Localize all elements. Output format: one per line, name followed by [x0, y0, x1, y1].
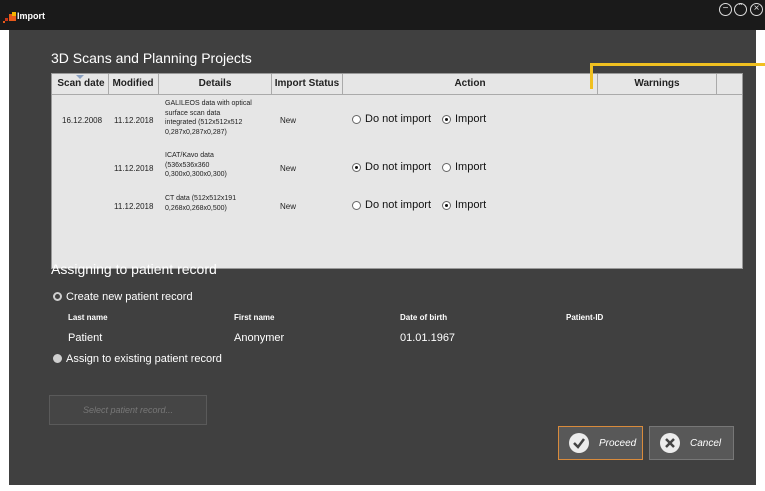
dob-value: 01.01.1967 [400, 332, 456, 344]
warnings-callout-marker [590, 63, 593, 89]
status-cell: New [280, 202, 297, 211]
table-header: Scan date Modified Details Import Status… [52, 74, 742, 95]
col-warnings[interactable]: Warnings [598, 78, 716, 89]
col-details[interactable]: Details [159, 78, 271, 89]
import-radio[interactable]: Import [442, 199, 486, 211]
window-title: Import [17, 11, 45, 21]
details-cell: CT data (512x512x191 0,268x0,268x0,500) [165, 195, 237, 212]
modified-cell: 11.12.2018 [114, 202, 154, 211]
scans-table: Scan date Modified Details Import Status… [51, 73, 743, 269]
checkmark-icon [569, 433, 589, 453]
details-cell: GALILEOS data with optical surface scan … [165, 100, 252, 136]
radio-circle-icon [352, 200, 361, 210]
radio-selected-icon [442, 200, 451, 210]
assign-existing-record-radio[interactable]: Assign to existing patient record [53, 353, 222, 365]
import-radio[interactable]: Import [442, 113, 486, 125]
scans-section-title: 3D Scans and Planning Projects [51, 50, 252, 66]
col-modified[interactable]: Modified [109, 78, 157, 89]
patient-id-header: Patient-ID [566, 313, 604, 322]
radio-selected-icon [352, 162, 361, 172]
col-action[interactable]: Action [343, 78, 597, 89]
modified-cell: 11.12.2018 [114, 164, 154, 173]
proceed-button[interactable]: Proceed [558, 426, 643, 460]
status-cell: New [280, 164, 297, 173]
radio-selected-icon [442, 114, 451, 124]
last-name-value: Patient [68, 332, 103, 344]
import-radio[interactable]: Import [442, 161, 486, 173]
last-name-header: Last name [68, 313, 108, 322]
scan-date-cell: 16.12.2008 [62, 116, 103, 125]
import-window: Import − ˆ × 3D Scans and Planning Proje… [0, 0, 765, 491]
create-new-record-radio[interactable]: Create new patient record [53, 291, 193, 303]
first-name-value: Anonymer [234, 332, 285, 344]
radio-circle-icon [442, 162, 451, 172]
maximize-icon[interactable]: ˆ [734, 3, 747, 16]
do-not-import-radio[interactable]: Do not import [352, 161, 431, 173]
first-name-header: First name [234, 313, 275, 322]
col-scan-date[interactable]: Scan date [54, 78, 108, 89]
close-circle-icon [660, 433, 680, 453]
close-icon[interactable]: × [750, 3, 763, 16]
modified-cell: 11.12.2018 [114, 116, 154, 125]
patient-section-title: Assigning to patient record [51, 261, 217, 277]
radio-circle-icon [53, 354, 62, 363]
table-row[interactable]: 11.12.2018 CT data (512x512x191 0,268x0,… [52, 192, 742, 222]
dob-header: Date of birth [400, 313, 448, 322]
do-not-import-radio[interactable]: Do not import [352, 113, 431, 125]
app-logo-icon [3, 12, 16, 23]
cancel-button[interactable]: Cancel [649, 426, 734, 460]
warnings-callout-line [590, 63, 765, 66]
col-import-status[interactable]: Import Status [272, 78, 342, 89]
table-row[interactable]: 11.12.2018 ICAT/Kavo data (536x536x360 0… [52, 149, 742, 189]
radio-selected-icon [53, 292, 62, 301]
minimize-icon[interactable]: − [719, 3, 732, 16]
do-not-import-radio[interactable]: Do not import [352, 199, 431, 211]
title-bar: Import − ˆ × [0, 0, 765, 30]
table-row[interactable]: 16.12.2008 11.12.2018 GALILEOS data with… [52, 96, 742, 148]
radio-circle-icon [352, 114, 361, 124]
status-cell: New [280, 116, 297, 125]
details-cell: ICAT/Kavo data (536x536x360 0,300x0,300x… [165, 152, 227, 178]
select-patient-record-button[interactable]: Select patient record... [49, 395, 207, 425]
